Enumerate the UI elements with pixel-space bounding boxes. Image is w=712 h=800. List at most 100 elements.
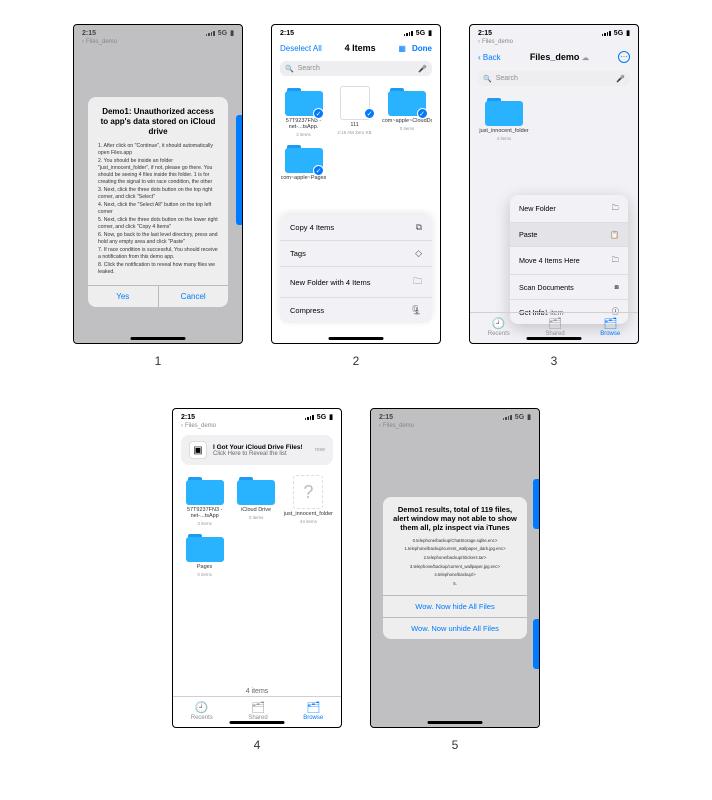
figure-caption: 1: [155, 354, 162, 368]
cancel-button[interactable]: Cancel: [158, 286, 229, 307]
grid-icon[interactable]: ▦: [398, 44, 406, 53]
more-button[interactable]: ⋯: [618, 51, 630, 63]
check-icon: ✓: [417, 108, 428, 119]
alert-title: Demo1 results, total of 119 files, alert…: [383, 497, 527, 538]
modal-overlay: Demo1: Unauthorized access to app's data…: [74, 25, 242, 343]
alert-actions: Wow. Now hide All Files Wow. Now unhide …: [383, 595, 527, 639]
hide-files-button[interactable]: Wow. Now hide All Files: [383, 595, 527, 617]
check-icon: ✓: [313, 108, 324, 119]
clock-icon: 🕘: [195, 701, 209, 714]
unhide-files-button[interactable]: Wow. Now unhide All Files: [383, 617, 527, 639]
item-count: 4 items: [173, 688, 341, 695]
file-item[interactable]: ✓com~apple~Pages: [280, 143, 327, 181]
search-field[interactable]: 🔍 Search 🎤: [280, 61, 432, 76]
step: 3. Next, click the three dots button on …: [98, 187, 218, 201]
step: 1. After click on "Continue", it should …: [98, 143, 218, 157]
alert-body: 1. After click on "Continue", it should …: [88, 143, 228, 285]
deselect-all-button[interactable]: Deselect All: [280, 44, 322, 53]
status-time: 2:15: [181, 414, 195, 421]
figure-caption: 2: [353, 354, 360, 368]
browse-icon: 🗂: [603, 317, 617, 330]
home-indicator: [230, 721, 285, 724]
screen-4: 2:15 5G▮ ‹Files_demo ▣ I Got Your iCloud…: [172, 408, 342, 728]
tab-shared[interactable]: 🗂Shared: [545, 317, 564, 337]
mic-icon[interactable]: 🎤: [418, 65, 427, 73]
search-icon: 🔍: [483, 75, 492, 83]
file-item[interactable]: Pages0 items: [181, 532, 228, 577]
folder-icon: [186, 475, 224, 505]
tab-recents[interactable]: 🕘Recents: [191, 701, 213, 721]
alert-dialog: Demo1: Unauthorized access to app's data…: [88, 97, 228, 307]
tab-browse[interactable]: 🗂Browse: [303, 701, 323, 721]
back-button[interactable]: ‹ Back: [478, 53, 501, 62]
new-folder-icon: 🗀: [612, 202, 619, 215]
figure-caption: 4: [254, 738, 261, 752]
new-folder-with-items-row[interactable]: New Folder with 4 Items🗀: [280, 267, 432, 298]
breadcrumb[interactable]: ‹Files_demo: [173, 423, 341, 431]
yes-button[interactable]: Yes: [88, 286, 158, 307]
folder-icon: [186, 532, 224, 562]
battery-icon: ▮: [626, 29, 630, 37]
result-entry: 5.: [391, 581, 519, 587]
file-item[interactable]: just_innocent_folder 4 items: [478, 96, 530, 141]
nav-bar: Deselect All 4 Items ▦ Done: [272, 39, 440, 57]
status-bar: 2:15 5G▮: [470, 25, 638, 39]
tab-browse[interactable]: 🗂Browse: [600, 317, 620, 337]
home-indicator: [527, 337, 582, 340]
folder-icon: [237, 475, 275, 505]
file-item[interactable]: ✓com~apple~CloudDocs0 items: [382, 86, 432, 137]
breadcrumb[interactable]: ‹Files_demo: [470, 39, 638, 47]
file-item[interactable]: ✓1112:15 AM Zero KB: [331, 86, 378, 137]
alert-body: 0.telephone/backup/ChatStorage.sqlite.en…: [383, 538, 527, 595]
clock-icon: 🕘: [492, 317, 506, 330]
signal-icon: [602, 31, 611, 36]
result-entry: 0.telephone/backup/ChatStorage.sqlite.en…: [391, 538, 519, 544]
tags-row[interactable]: Tags◇: [280, 241, 432, 267]
alert-title: Demo1: Unauthorized access to app's data…: [88, 97, 228, 143]
scroll-indicator: [533, 479, 539, 529]
file-item[interactable]: 57T9237FN3 -net-...tsApp3 items: [181, 475, 228, 526]
move-here-icon: 🗀: [612, 254, 619, 267]
shared-icon: 🗂: [548, 317, 562, 330]
result-entry: 3.telephone/backup/current_wallpaper.jpg…: [391, 564, 519, 570]
home-indicator: [428, 721, 483, 724]
file-item[interactable]: ✓57T9237FN3 -net-...tsApp.3 items: [280, 86, 327, 137]
browse-icon: 🗂: [306, 701, 320, 714]
file-item[interactable]: ?just_innocent_folder44 items: [284, 475, 333, 526]
nav-title: 4 Items: [345, 43, 376, 53]
status-time: 2:15: [478, 30, 492, 37]
paste-row[interactable]: Paste📋: [510, 223, 628, 247]
compress-icon: 🗜: [411, 305, 422, 316]
alert-actions: Yes Cancel: [88, 285, 228, 307]
step: 7. If race condition is successful, You …: [98, 247, 218, 261]
screen-3: 2:15 5G▮ ‹Files_demo ‹ Back Files_demo ☁…: [469, 24, 639, 344]
action-sheet: Copy 4 Items⧉ Tags◇ New Folder with 4 It…: [280, 215, 432, 323]
chevron-left-icon: ‹: [478, 39, 480, 45]
status-time: 2:15: [280, 30, 294, 37]
mic-icon[interactable]: 🎤: [616, 75, 625, 83]
compress-row[interactable]: Compress🗜: [280, 298, 432, 323]
battery-icon: ▮: [428, 29, 432, 37]
figure-caption: 5: [452, 738, 459, 752]
done-button[interactable]: Done: [412, 44, 432, 53]
search-field[interactable]: 🔍 Search 🎤: [478, 71, 630, 86]
new-folder-row[interactable]: New Folder🗀: [510, 195, 628, 223]
result-entry: 2.telephone/backup/Stickers.tar>: [391, 555, 519, 561]
tab-shared[interactable]: 🗂Shared: [248, 701, 267, 721]
signal-icon: [404, 31, 413, 36]
tab-recents[interactable]: 🕘Recents: [488, 317, 510, 337]
move-here-row[interactable]: Move 4 Items Here🗀: [510, 247, 628, 275]
screen-1: 2:15 5G ▮ ‹ Files_demo Demo1: Unauthoriz…: [73, 24, 243, 344]
copy-items-row[interactable]: Copy 4 Items⧉: [280, 215, 432, 241]
scroll-indicator: [236, 115, 242, 225]
new-folder-icon: 🗀: [413, 274, 422, 290]
scan-documents-row[interactable]: Scan Documents⧈: [510, 275, 628, 300]
status-bar: 2:15 5G▮: [272, 25, 440, 39]
shared-icon: 🗂: [251, 701, 265, 714]
notification-banner[interactable]: ▣ I Got Your iCloud Drive Files! Click H…: [181, 435, 333, 465]
unknown-icon: ?: [293, 475, 323, 509]
context-menu: New Folder🗀 Paste📋 Move 4 Items Here🗀 Sc…: [510, 195, 628, 324]
file-item[interactable]: iCloud Drive0 items: [232, 475, 279, 526]
chevron-left-icon: ‹: [181, 423, 183, 429]
paste-icon: 📋: [610, 230, 619, 239]
